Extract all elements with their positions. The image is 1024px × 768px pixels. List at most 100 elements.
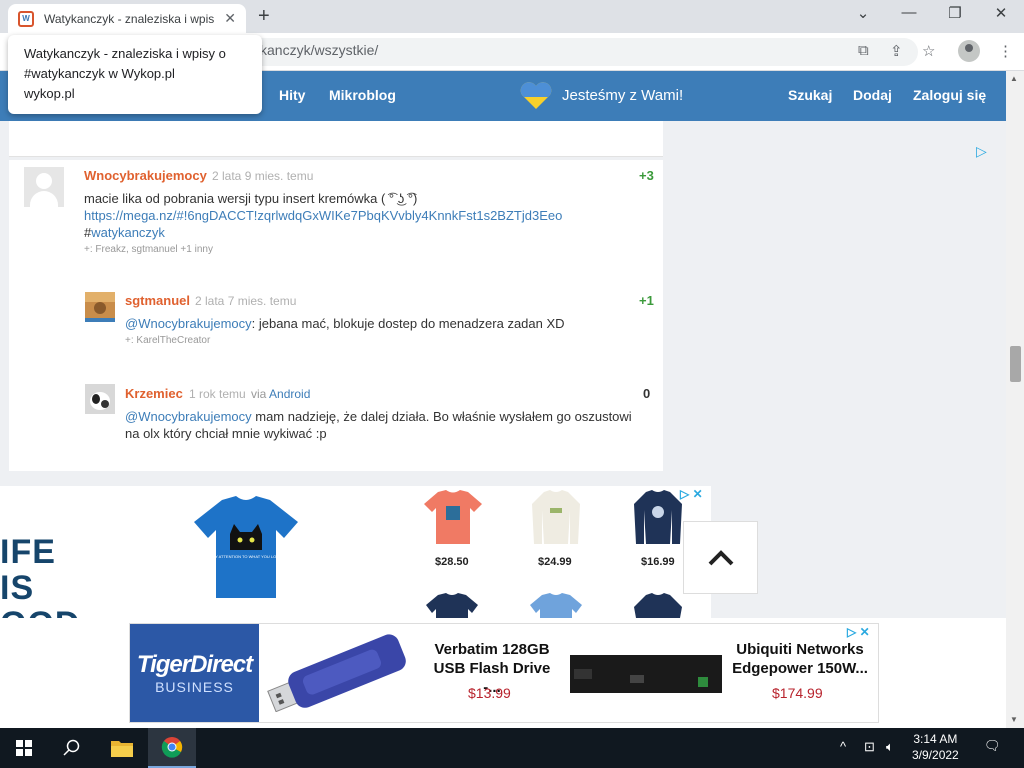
adchoices-icon[interactable]: ▷ ✕ xyxy=(847,625,870,639)
scroll-to-top-button[interactable] xyxy=(683,521,758,594)
translate-icon[interactable]: ⧉ xyxy=(858,42,869,59)
system-clock[interactable]: 3:14 AM 3/9/2022 xyxy=(912,731,959,763)
search-icon xyxy=(63,739,80,756)
shirt-price[interactable]: $28.50 xyxy=(435,556,469,568)
plus-voters[interactable]: +: KarelTheCreator xyxy=(125,335,210,346)
ukraine-heart-icon xyxy=(520,82,552,109)
comment-author[interactable]: Krzemiec xyxy=(125,386,183,401)
chrome-icon xyxy=(161,737,183,758)
browser-tab[interactable]: W Watykanczyk - znaleziska i wpisy ✕ xyxy=(8,4,246,33)
shirt-price[interactable]: $24.99 xyxy=(538,556,572,568)
clock-date: 3/9/2022 xyxy=(912,748,959,762)
url-text[interactable]: kanczyk/wszystkie/ xyxy=(260,42,378,58)
tigerdirect-logo[interactable]: TigerDirect BUSINESS xyxy=(130,624,259,722)
menu-kebab-icon[interactable]: ⋮ xyxy=(998,42,1013,60)
tab-title: Watykanczyk - znaleziska i wpisy xyxy=(44,11,214,26)
logo-text: TigerDirect xyxy=(136,651,253,678)
avatar[interactable] xyxy=(24,167,64,207)
tooltip-title-line-2: #watykanczyk w Wykop.pl xyxy=(24,66,175,81)
minimize-icon[interactable]: — xyxy=(886,4,932,21)
chevron-up-icon xyxy=(708,549,733,565)
plus-voters[interactable]: +: Freakz, sgtmanuel +1 inny xyxy=(84,244,213,255)
profile-avatar-icon[interactable] xyxy=(958,40,980,62)
bookmark-star-icon[interactable]: ☆ xyxy=(922,42,935,60)
file-explorer-button[interactable] xyxy=(98,728,146,768)
shirt-price[interactable]: $16.99 xyxy=(641,556,675,568)
nav-mikroblog[interactable]: Mikroblog xyxy=(329,87,396,103)
comment-link[interactable]: https://mega.nz/#!6ngDACCT!zqrlwdqGxWIKe… xyxy=(84,207,562,224)
share-icon[interactable]: ⇪ xyxy=(890,42,903,60)
close-window-icon[interactable]: ✕ xyxy=(978,4,1024,22)
shirt-image-cream[interactable] xyxy=(530,490,582,544)
wykop-favicon-icon: W xyxy=(18,10,34,27)
tooltip-domain: wykop.pl xyxy=(24,86,75,101)
chrome-taskbar-button[interactable] xyxy=(148,728,196,768)
scroll-up-arrow-icon[interactable]: ▲ xyxy=(1010,74,1018,83)
comment-text: @Wnocybrakujemocy mam nadzieję, że dalej… xyxy=(125,408,632,425)
comment-text: macie lika od pobrania wersji typu inser… xyxy=(84,191,418,206)
product-name[interactable]: Ubiquiti Networks Edgepower 150W... xyxy=(730,640,870,678)
scroll-down-arrow-icon[interactable]: ▼ xyxy=(1010,715,1018,724)
nav-szukaj[interactable]: Szukaj xyxy=(788,87,832,103)
tab-hover-tooltip: Watykanczyk - znaleziska i wpisy o #waty… xyxy=(8,35,262,114)
shirt-image-navy-3[interactable] xyxy=(632,593,684,618)
show-hidden-icons-icon[interactable]: ^ xyxy=(840,739,846,754)
product-price[interactable]: $13.99 xyxy=(468,685,511,701)
comment-score: +1 xyxy=(639,293,654,308)
comment-author[interactable]: sgtmanuel xyxy=(125,293,190,308)
shirt-image-blue[interactable] xyxy=(530,593,582,618)
comment-score: 0 xyxy=(643,386,651,401)
tab-search-icon[interactable]: ⌄ xyxy=(840,4,886,22)
comment-time[interactable]: 1 rok temu xyxy=(189,387,246,401)
restore-icon[interactable]: ❐ xyxy=(932,4,978,22)
comment-score: +3 xyxy=(639,168,654,183)
screen: W Watykanczyk - znaleziska i wpisy ✕ + ⌄… xyxy=(0,0,1024,768)
comment-author[interactable]: Wnocybrakujemocy xyxy=(84,168,207,183)
previous-entry-card xyxy=(9,121,663,157)
comment-time[interactable]: 2 lata 9 mies. temu xyxy=(212,169,313,183)
shirt-image-large[interactable]: PAY ATTENTION TO WHAT YOU LOVE xyxy=(192,494,300,602)
product-name-line-1: Ubiquiti Networks xyxy=(736,641,864,658)
shirt-caption: PAY ATTENTION TO WHAT YOU LOVE xyxy=(210,554,281,559)
comment-tag[interactable]: #watykanczyk xyxy=(84,224,165,241)
close-tab-icon[interactable]: ✕ xyxy=(224,10,236,27)
scrollbar-thumb[interactable] xyxy=(1010,346,1021,382)
adchoices-icon[interactable]: ▷ ✕ xyxy=(680,487,703,501)
avatar[interactable] xyxy=(85,292,115,322)
ad-brand-line-1: IFE xyxy=(0,533,56,571)
via-label: via xyxy=(251,387,267,401)
page-scrollbar[interactable] xyxy=(1006,71,1024,728)
comment-time[interactable]: 2 lata 7 mies. temu xyxy=(195,294,296,308)
shirt-ad-banner[interactable] xyxy=(0,486,711,618)
logo-subtext: BUSINESS xyxy=(155,679,234,695)
new-tab-icon[interactable]: + xyxy=(258,5,270,28)
comment-text-line-2: na olx który chciał mnie wykiwać :p xyxy=(125,426,327,441)
network-icon[interactable]: ⊡ xyxy=(864,739,875,755)
windows-logo-icon xyxy=(16,740,32,756)
volume-icon[interactable]: 🔈︎ xyxy=(886,739,894,755)
notifications-icon[interactable]: 🗨︎ xyxy=(984,738,1001,754)
tooltip-title-line-1: Watykanczyk - znaleziska i wpisy o xyxy=(24,46,226,61)
nav-hity[interactable]: Hity xyxy=(279,87,305,103)
product-name-line-2: Edgepower 150W... xyxy=(732,660,868,677)
comment-body: mam nadzieję, że dalej działa. Bo właśni… xyxy=(251,409,632,424)
start-button[interactable] xyxy=(0,728,48,768)
shirt-image-navy-2[interactable] xyxy=(426,593,478,618)
adchoices-icon[interactable]: ▷ xyxy=(976,143,987,160)
mention-link[interactable]: @Wnocybrakujemocy xyxy=(125,409,252,424)
product-price[interactable]: $174.99 xyxy=(772,685,823,701)
edgepower-image[interactable] xyxy=(570,651,722,697)
mention-link[interactable]: @Wnocybrakujemocy xyxy=(125,316,252,331)
tag-link[interactable]: watykanczyk xyxy=(91,225,165,240)
support-text[interactable]: Jesteśmy z Wami! xyxy=(562,87,683,104)
nav-dodaj[interactable]: Dodaj xyxy=(853,87,892,103)
avatar[interactable] xyxy=(85,384,115,414)
nav-zaloguj[interactable]: Zaloguj się xyxy=(913,87,986,103)
ad-brand-line-2: IS xyxy=(0,569,35,607)
search-button[interactable] xyxy=(48,728,96,768)
usb-drive-image[interactable] xyxy=(262,634,412,712)
shirt-image-coral[interactable] xyxy=(424,490,482,544)
product-name-line-1: Verbatim 128GB xyxy=(434,641,550,658)
via-android-link[interactable]: Android xyxy=(269,387,310,401)
shirt-image-navy[interactable] xyxy=(632,490,684,544)
